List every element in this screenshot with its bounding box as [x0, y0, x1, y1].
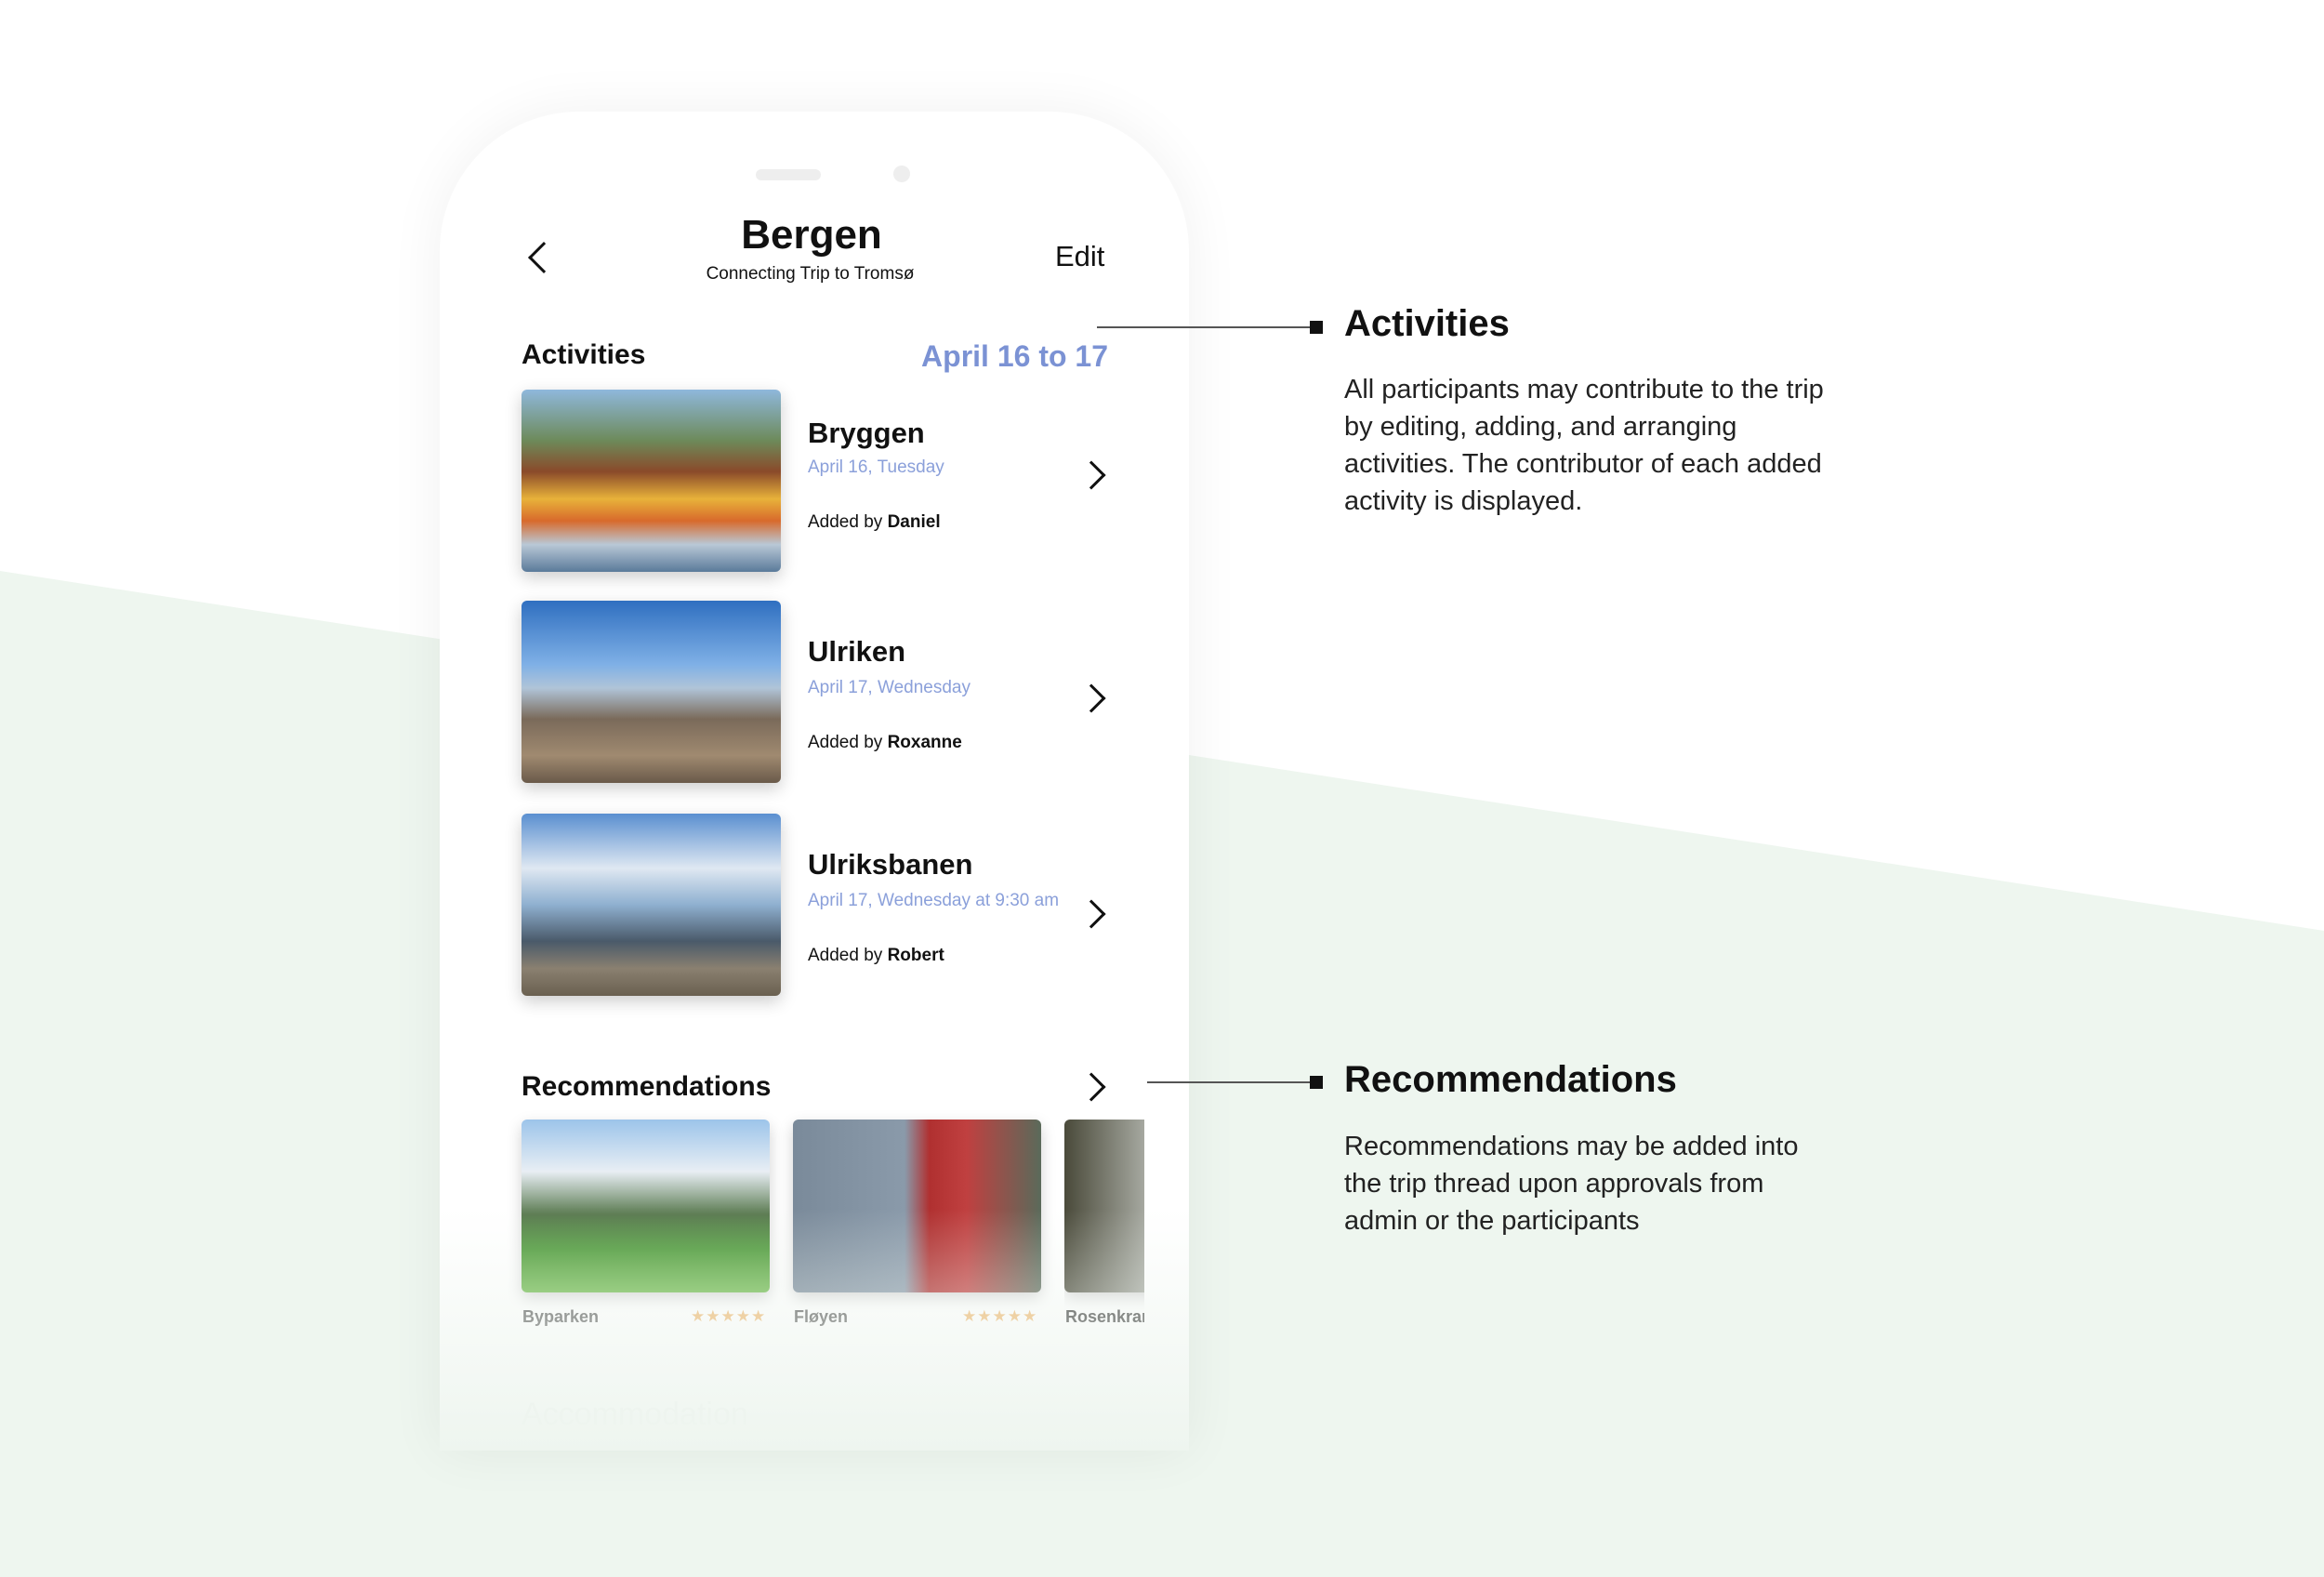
rating-stars: ★★★★★ [962, 1307, 1038, 1325]
activity-date: April 16, Tuesday [808, 457, 944, 477]
activity-added-by: Added by Robert [808, 946, 944, 965]
callout-title: Activities [1344, 303, 1510, 344]
recommendation-name: Rosenkrantz [1065, 1307, 1144, 1326]
activity-added-by: Added by Roxanne [808, 733, 962, 752]
recommendation-name: Byparken [522, 1307, 600, 1326]
recommendation-name: Fløyen [794, 1307, 849, 1326]
phone-speaker [756, 169, 821, 180]
edit-button[interactable]: Edit [1055, 240, 1104, 273]
chevron-right-icon[interactable] [1076, 899, 1106, 929]
floyen-photo[interactable] [793, 1120, 1041, 1292]
recommendation-clip: Rosenkrantz [1064, 1120, 1144, 1343]
activity-title: Ulriken [808, 635, 906, 668]
callout-line [1147, 1081, 1311, 1083]
bryggen-photo [522, 390, 781, 572]
callout-title: Recommendations [1344, 1059, 1677, 1100]
phone-screen: Bergen Connecting Trip to Tromsø Edit Ac… [440, 112, 1189, 1451]
activity-title: Ulriksbanen [808, 848, 973, 881]
callout-body: All participants may contribute to the t… [1344, 375, 1824, 516]
rating-stars: ★★★★★ [691, 1307, 767, 1325]
rosenkrantz-photo[interactable] [1064, 1120, 1144, 1292]
activity-date: April 17, Wednesday at 9:30 am [808, 891, 1060, 910]
activity-date: April 17, Wednesday [808, 678, 971, 697]
accommodation-heading: Accommodation [522, 1397, 748, 1432]
chevron-right-icon[interactable] [1076, 683, 1106, 713]
activity-title: Bryggen [808, 417, 925, 449]
callout-bullet [1310, 1076, 1323, 1089]
callout-line [1097, 326, 1311, 328]
callout-bullet [1310, 321, 1323, 334]
ulriken-photo [522, 601, 781, 783]
activities-date-range[interactable]: April 16 to 17 [921, 339, 1108, 374]
byparken-photo[interactable] [522, 1120, 770, 1292]
ulriksbanen-photo [522, 814, 781, 996]
recommendations-chevron-icon[interactable] [1076, 1072, 1106, 1102]
callout-body: Recommendations may be added into the tr… [1344, 1132, 1799, 1236]
phone-camera [893, 166, 910, 182]
recommendations-heading: Recommendations [522, 1071, 772, 1102]
activities-heading: Activities [522, 339, 646, 370]
chevron-right-icon[interactable] [1076, 460, 1106, 490]
activity-added-by: Added by Daniel [808, 512, 941, 532]
